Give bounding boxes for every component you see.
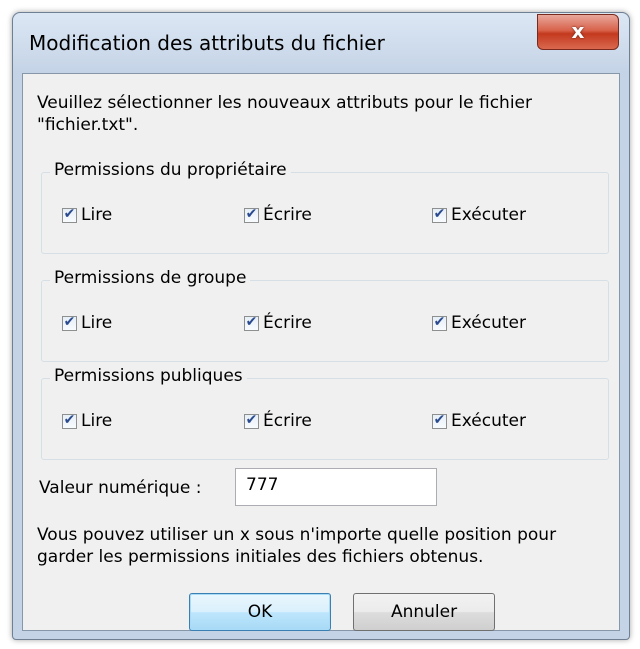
group-public-permissions: Permissions publiques ✔ Lire ✔ Écrire ✔ … — [41, 366, 609, 460]
check-icon: ✔ — [63, 205, 76, 222]
checkbox-label: Écrire — [263, 411, 312, 431]
checkbox-box[interactable]: ✔ — [62, 313, 77, 331]
checkbox-owner-read[interactable]: ✔ Lire — [62, 204, 112, 226]
check-icon: ✔ — [433, 411, 446, 428]
checkbox-public-write[interactable]: ✔ Écrire — [244, 410, 312, 432]
checkbox-label: Lire — [81, 313, 113, 333]
checkbox-box[interactable]: ✔ — [62, 205, 77, 223]
cancel-button[interactable]: Annuler — [353, 593, 495, 631]
numeric-value-label: Valeur numérique : — [39, 478, 202, 498]
check-icon: ✔ — [433, 313, 446, 330]
checkbox-label: Écrire — [263, 313, 312, 333]
checkbox-public-execute[interactable]: ✔ Exécuter — [432, 410, 526, 432]
dialog-body: Veuillez sélectionner les nouveaux attri… — [22, 73, 620, 631]
checkbox-label: Lire — [81, 205, 113, 225]
close-icon: x — [571, 19, 585, 43]
group-group-permissions: Permissions de groupe ✔ Lire ✔ Écrire ✔ … — [41, 268, 609, 362]
check-icon: ✔ — [433, 205, 446, 222]
checkbox-box[interactable]: ✔ — [432, 411, 447, 429]
close-button[interactable]: x — [537, 14, 619, 50]
checkbox-label: Lire — [81, 411, 113, 431]
checkbox-box[interactable]: ✔ — [432, 313, 447, 331]
dialog-window: Modification des attributs du fichier x … — [12, 12, 630, 640]
checkbox-box[interactable]: ✔ — [244, 313, 259, 331]
group-legend: Permissions de groupe — [50, 268, 251, 288]
check-icon: ✔ — [245, 411, 258, 428]
check-icon: ✔ — [245, 313, 258, 330]
intro-text: Veuillez sélectionner les nouveaux attri… — [37, 93, 533, 135]
check-icon: ✔ — [63, 411, 76, 428]
check-icon: ✔ — [63, 313, 76, 330]
group-legend: Permissions publiques — [50, 366, 247, 386]
checkbox-owner-execute[interactable]: ✔ Exécuter — [432, 204, 526, 226]
ok-button[interactable]: OK — [189, 593, 331, 631]
group-owner-permissions: Permissions du propriétaire ✔ Lire ✔ Écr… — [41, 160, 609, 254]
checkbox-box[interactable]: ✔ — [244, 205, 259, 223]
checkbox-label: Exécuter — [451, 411, 526, 431]
checkbox-box[interactable]: ✔ — [432, 205, 447, 223]
checkbox-group-execute[interactable]: ✔ Exécuter — [432, 312, 526, 334]
checkbox-owner-write[interactable]: ✔ Écrire — [244, 204, 312, 226]
checkbox-label: Exécuter — [451, 313, 526, 333]
window-title: Modification des attributs du fichier — [29, 31, 385, 55]
checkbox-box[interactable]: ✔ — [62, 411, 77, 429]
checkbox-box[interactable]: ✔ — [244, 411, 259, 429]
help-note: Vous pouvez utiliser un x sous n'importe… — [37, 525, 557, 567]
checkbox-label: Exécuter — [451, 205, 526, 225]
title-bar[interactable]: Modification des attributs du fichier x — [13, 13, 629, 73]
checkbox-public-read[interactable]: ✔ Lire — [62, 410, 112, 432]
group-legend: Permissions du propriétaire — [50, 160, 291, 180]
check-icon: ✔ — [245, 205, 258, 222]
numeric-value-input[interactable]: 777 — [235, 468, 437, 506]
checkbox-group-read[interactable]: ✔ Lire — [62, 312, 112, 334]
checkbox-label: Écrire — [263, 205, 312, 225]
checkbox-group-write[interactable]: ✔ Écrire — [244, 312, 312, 334]
